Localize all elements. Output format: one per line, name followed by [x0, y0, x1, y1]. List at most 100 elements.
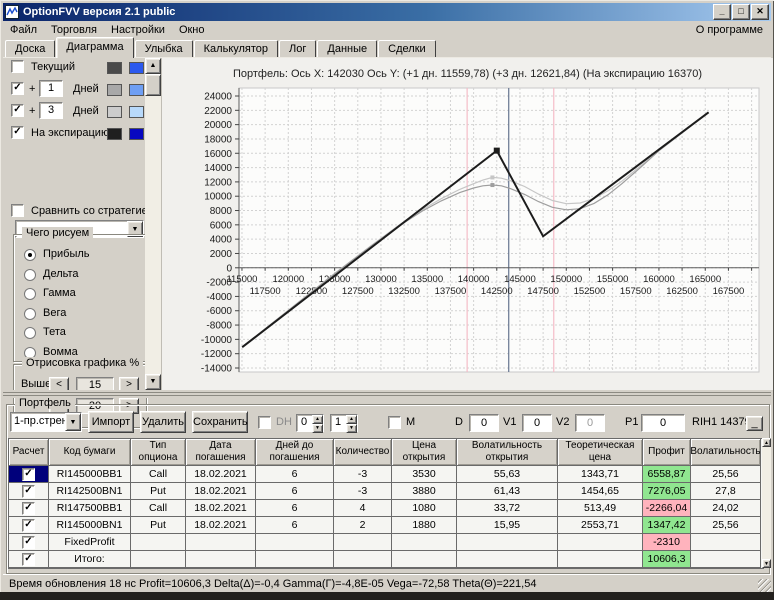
radio-label-Вега: Вега	[43, 307, 66, 319]
spin-down-icon[interactable]: ▼	[312, 424, 323, 433]
radio-Прибыль[interactable]	[24, 249, 36, 261]
tab-Диаграмма[interactable]: Диаграмма	[56, 37, 133, 58]
row-calc-checkbox[interactable]: ✓	[22, 485, 35, 498]
save-button[interactable]: Сохранить	[192, 411, 248, 433]
param-input-D[interactable]: 0	[469, 414, 499, 432]
row-calc-cell[interactable]: ✓	[9, 466, 49, 483]
param-label-D: D	[455, 416, 463, 428]
line-color-swatch[interactable]	[107, 128, 122, 140]
table-cell	[558, 534, 643, 551]
line-color-swatch[interactable]	[107, 106, 122, 118]
sidebar-scrollbar[interactable]: ▲ ▼	[145, 58, 161, 390]
tab-Сделки[interactable]: Сделки	[378, 40, 436, 58]
table-cell	[256, 534, 334, 551]
resize-grip[interactable]	[758, 579, 771, 592]
compare-strategy-checkbox[interactable]	[11, 204, 24, 217]
radio-dot	[28, 253, 32, 257]
row-calc-checkbox[interactable]: ✓	[22, 468, 35, 481]
scroll-up-icon[interactable]: ▲	[762, 438, 771, 447]
dh-checkbox[interactable]	[258, 416, 271, 429]
radio-Тета[interactable]	[24, 327, 36, 339]
column-header: Расчет	[9, 439, 49, 466]
fill-color-swatch[interactable]	[129, 128, 144, 140]
row-calc-cell[interactable]: ✓	[9, 500, 49, 517]
menu-about[interactable]: О программе	[696, 24, 763, 36]
table-cell	[334, 534, 392, 551]
layer-checkbox[interactable]: ✓	[11, 82, 24, 95]
tab-Калькулятор[interactable]: Калькулятор	[194, 40, 278, 58]
radio-Дельта[interactable]	[24, 269, 36, 281]
param-input-V2[interactable]: 0	[575, 414, 605, 432]
fill-color-swatch[interactable]	[129, 62, 144, 74]
fill-color-swatch[interactable]	[129, 84, 144, 96]
dh-spinner-2[interactable]: 1 ▲▼	[330, 414, 358, 432]
title-bar[interactable]: OptionFVV версия 2.1 public _ □ ✕	[3, 3, 771, 21]
minimize-icon[interactable]: _	[713, 4, 731, 20]
row-calc-checkbox[interactable]: ✓	[22, 519, 35, 532]
table-cell	[691, 534, 761, 551]
chevron-down-icon[interactable]: ▼	[65, 413, 81, 431]
profit-chart[interactable]: -14000-12000-10000-8000-6000-4000-200002…	[167, 84, 767, 386]
table-cell: 33,72	[457, 500, 558, 517]
collapse-button[interactable]: _	[746, 416, 763, 431]
y-tick-label: -4000	[206, 292, 232, 303]
table-cell: RI142500BN1	[49, 483, 131, 500]
row-calc-checkbox[interactable]: ✓	[22, 553, 35, 566]
row-calc-cell[interactable]: ✓	[9, 483, 49, 500]
m-checkbox[interactable]	[388, 416, 401, 429]
line-color-swatch[interactable]	[107, 84, 122, 96]
table-cell: 513,49	[558, 500, 643, 517]
scrollbar-thumb[interactable]	[145, 74, 161, 96]
spin-up-icon[interactable]: ▲	[312, 415, 323, 424]
line-color-swatch[interactable]	[107, 62, 122, 74]
import-button[interactable]: Импорт	[88, 411, 134, 433]
tab-Доска[interactable]: Доска	[5, 40, 55, 58]
y-tick-label: 18000	[204, 134, 232, 145]
horizontal-splitter[interactable]	[3, 390, 771, 398]
row-calc-cell[interactable]: ✓	[9, 517, 49, 534]
menu-item-Файл[interactable]: Файл	[3, 22, 44, 38]
radio-Вега[interactable]	[24, 308, 36, 320]
days-input[interactable]: 3	[39, 102, 63, 119]
row-calc-cell[interactable]: ✓	[9, 534, 49, 551]
row-calc-checkbox[interactable]: ✓	[22, 536, 35, 549]
profit-cell: -2310	[643, 534, 691, 551]
table-row: ✓FixedProfit-2310	[9, 534, 763, 551]
strategy-select[interactable]: 1-пр.стренгл ▼	[10, 412, 82, 432]
days-input[interactable]: 1	[39, 80, 63, 97]
spin-down-icon[interactable]: ▼	[346, 424, 357, 433]
table-cell: -3	[334, 466, 392, 483]
layer-checkbox[interactable]	[11, 60, 24, 73]
param-input-V1[interactable]: 0	[522, 414, 552, 432]
table-cell: Call	[131, 500, 186, 517]
table-cell	[131, 534, 186, 551]
table-scrollbar[interactable]: ▲ ▼	[762, 438, 771, 568]
scroll-down-icon[interactable]: ▼	[145, 374, 161, 390]
tab-Улыбка[interactable]: Улыбка	[135, 40, 193, 58]
dh-spinner-1[interactable]: 0 ▲▼	[296, 414, 324, 432]
tab-Данные[interactable]: Данные	[317, 40, 377, 58]
scroll-down-icon[interactable]: ▼	[762, 559, 771, 568]
x-tick-label: 132500	[388, 286, 420, 297]
table-cell: 6	[256, 500, 334, 517]
menu-item-Окно[interactable]: Окно	[172, 22, 212, 38]
row-calc-checkbox[interactable]: ✓	[22, 502, 35, 515]
close-icon[interactable]: ✕	[751, 4, 769, 20]
radio-Гамма[interactable]	[24, 288, 36, 300]
table-cell	[558, 551, 643, 568]
maximize-icon[interactable]: □	[732, 4, 750, 20]
tab-Лог[interactable]: Лог	[279, 40, 316, 58]
delete-button[interactable]: Удалить	[140, 411, 186, 433]
fill-color-swatch[interactable]	[129, 106, 144, 118]
table-cell	[457, 551, 558, 568]
menu-item-Настройки[interactable]: Настройки	[104, 22, 172, 38]
layer-checkbox[interactable]: ✓	[11, 126, 24, 139]
row-calc-cell[interactable]: ✓	[9, 551, 49, 568]
menu-item-Торговля[interactable]: Торговля	[44, 22, 104, 38]
spin-up-icon[interactable]: ▲	[346, 415, 357, 424]
scroll-up-icon[interactable]: ▲	[145, 58, 161, 74]
param-input-P1[interactable]: 0	[641, 414, 685, 432]
x-tick-label: 157500	[620, 286, 652, 297]
table-cell: RI147500BB1	[49, 500, 131, 517]
layer-checkbox[interactable]: ✓	[11, 104, 24, 117]
